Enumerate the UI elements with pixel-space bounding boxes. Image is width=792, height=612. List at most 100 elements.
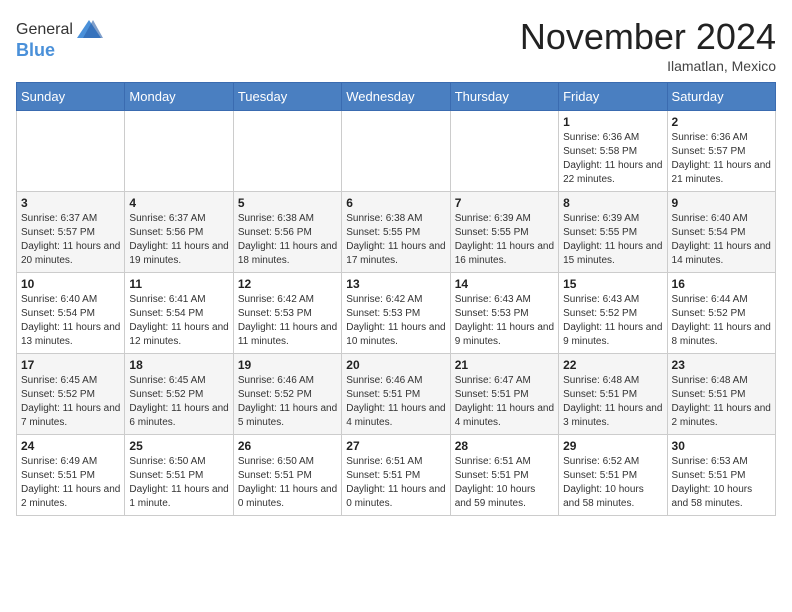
day-number: 23 — [672, 358, 771, 372]
day-info: Sunrise: 6:40 AMSunset: 5:54 PMDaylight:… — [672, 212, 771, 268]
day-info: Sunrise: 6:43 AMSunset: 5:53 PMDaylight:… — [455, 293, 554, 349]
day-info: Sunrise: 6:37 AMSunset: 5:56 PMDaylight:… — [129, 212, 228, 268]
day-info: Sunrise: 6:52 AMSunset: 5:51 PMDaylight:… — [563, 455, 662, 511]
title-block: November 2024 Ilamatlan, Mexico — [520, 16, 776, 74]
location: Ilamatlan, Mexico — [520, 58, 776, 74]
day-number: 16 — [672, 277, 771, 291]
logo: General Blue — [16, 16, 103, 61]
day-info: Sunrise: 6:38 AMSunset: 5:55 PMDaylight:… — [346, 212, 445, 268]
day-number: 18 — [129, 358, 228, 372]
day-number: 17 — [21, 358, 120, 372]
day-number: 11 — [129, 277, 228, 291]
day-info: Sunrise: 6:41 AMSunset: 5:54 PMDaylight:… — [129, 293, 228, 349]
calendar-cell — [233, 111, 341, 192]
day-info: Sunrise: 6:36 AMSunset: 5:58 PMDaylight:… — [563, 131, 662, 187]
day-number: 28 — [455, 439, 554, 453]
calendar-cell: 23 Sunrise: 6:48 AMSunset: 5:51 PMDayligh… — [667, 354, 775, 435]
day-number: 9 — [672, 196, 771, 210]
day-number: 4 — [129, 196, 228, 210]
day-number: 14 — [455, 277, 554, 291]
day-number: 27 — [346, 439, 445, 453]
day-info: Sunrise: 6:39 AMSunset: 5:55 PMDaylight:… — [455, 212, 554, 268]
day-number: 26 — [238, 439, 337, 453]
day-info: Sunrise: 6:38 AMSunset: 5:56 PMDaylight:… — [238, 212, 337, 268]
day-number: 22 — [563, 358, 662, 372]
calendar-cell: 15Sunrise: 6:43 AMSunset: 5:52 PMDayligh… — [559, 273, 667, 354]
calendar-cell: 4 Sunrise: 6:37 AMSunset: 5:56 PMDaylight… — [125, 192, 233, 273]
weekday-header-sunday: Sunday — [17, 83, 125, 111]
day-number: 2 — [672, 115, 771, 129]
week-row-3: 10Sunrise: 6:40 AMSunset: 5:54 PMDayligh… — [17, 273, 776, 354]
calendar-cell — [125, 111, 233, 192]
day-number: 6 — [346, 196, 445, 210]
weekday-header-tuesday: Tuesday — [233, 83, 341, 111]
day-info: Sunrise: 6:36 AMSunset: 5:57 PMDaylight:… — [672, 131, 771, 187]
day-info: Sunrise: 6:48 AMSunset: 5:51 PMDaylight:… — [672, 374, 771, 430]
day-info: Sunrise: 6:47 AMSunset: 5:51 PMDaylight:… — [455, 374, 554, 430]
calendar-cell: 26 Sunrise: 6:50 AMSunset: 5:51 PMDayligh… — [233, 435, 341, 516]
weekday-header-monday: Monday — [125, 83, 233, 111]
calendar-cell: 24Sunrise: 6:49 AMSunset: 5:51 PMDayligh… — [17, 435, 125, 516]
day-info: Sunrise: 6:37 AMSunset: 5:57 PMDaylight:… — [21, 212, 120, 268]
day-info: Sunrise: 6:43 AMSunset: 5:52 PMDaylight:… — [563, 293, 662, 349]
logo-icon — [75, 16, 103, 44]
logo-general-text: General — [16, 21, 73, 39]
calendar-cell: 27 Sunrise: 6:51 AMSunset: 5:51 PMDayligh… — [342, 435, 450, 516]
calendar-cell: 9 Sunrise: 6:40 AMSunset: 5:54 PMDaylight… — [667, 192, 775, 273]
day-info: Sunrise: 6:45 AMSunset: 5:52 PMDaylight:… — [129, 374, 228, 430]
day-info: Sunrise: 6:46 AMSunset: 5:51 PMDaylight:… — [346, 374, 445, 430]
day-number: 8 — [563, 196, 662, 210]
page-header: General Blue November 2024 Ilamatlan, Me… — [16, 16, 776, 74]
day-info: Sunrise: 6:42 AMSunset: 5:53 PMDaylight:… — [238, 293, 337, 349]
day-info: Sunrise: 6:53 AMSunset: 5:51 PMDaylight:… — [672, 455, 771, 511]
calendar-cell: 22 Sunrise: 6:48 AMSunset: 5:51 PMDayligh… — [559, 354, 667, 435]
calendar-cell: 11 Sunrise: 6:41 AMSunset: 5:54 PMDayligh… — [125, 273, 233, 354]
day-number: 20 — [346, 358, 445, 372]
calendar-cell: 7Sunrise: 6:39 AMSunset: 5:55 PMDaylight… — [450, 192, 558, 273]
calendar-cell: 3Sunrise: 6:37 AMSunset: 5:57 PMDaylight… — [17, 192, 125, 273]
weekday-header-saturday: Saturday — [667, 83, 775, 111]
day-info: Sunrise: 6:51 AMSunset: 5:51 PMDaylight:… — [455, 455, 554, 511]
calendar-cell: 19 Sunrise: 6:46 AMSunset: 5:52 PMDayligh… — [233, 354, 341, 435]
day-info: Sunrise: 6:39 AMSunset: 5:55 PMDaylight:… — [563, 212, 662, 268]
week-row-1: 1 Sunrise: 6:36 AMSunset: 5:58 PMDaylight… — [17, 111, 776, 192]
day-number: 19 — [238, 358, 337, 372]
calendar-cell: 25Sunrise: 6:50 AMSunset: 5:51 PMDayligh… — [125, 435, 233, 516]
weekday-header-friday: Friday — [559, 83, 667, 111]
calendar-cell: 8 Sunrise: 6:39 AMSunset: 5:55 PMDaylight… — [559, 192, 667, 273]
day-info: Sunrise: 6:50 AMSunset: 5:51 PMDaylight:… — [238, 455, 337, 511]
day-info: Sunrise: 6:42 AMSunset: 5:53 PMDaylight:… — [346, 293, 445, 349]
day-info: Sunrise: 6:50 AMSunset: 5:51 PMDaylight:… — [129, 455, 228, 511]
day-number: 5 — [238, 196, 337, 210]
calendar-cell: 16Sunrise: 6:44 AMSunset: 5:52 PMDayligh… — [667, 273, 775, 354]
day-info: Sunrise: 6:48 AMSunset: 5:51 PMDaylight:… — [563, 374, 662, 430]
calendar-cell: 10Sunrise: 6:40 AMSunset: 5:54 PMDayligh… — [17, 273, 125, 354]
calendar-cell: 18 Sunrise: 6:45 AMSunset: 5:52 PMDayligh… — [125, 354, 233, 435]
weekday-header-row: SundayMondayTuesdayWednesdayThursdayFrid… — [17, 83, 776, 111]
day-number: 12 — [238, 277, 337, 291]
day-info: Sunrise: 6:46 AMSunset: 5:52 PMDaylight:… — [238, 374, 337, 430]
day-number: 24 — [21, 439, 120, 453]
day-info: Sunrise: 6:51 AMSunset: 5:51 PMDaylight:… — [346, 455, 445, 511]
calendar-cell: 28 Sunrise: 6:51 AMSunset: 5:51 PMDayligh… — [450, 435, 558, 516]
month-title: November 2024 — [520, 16, 776, 58]
calendar-cell: 1 Sunrise: 6:36 AMSunset: 5:58 PMDaylight… — [559, 111, 667, 192]
day-number: 1 — [563, 115, 662, 129]
week-row-2: 3Sunrise: 6:37 AMSunset: 5:57 PMDaylight… — [17, 192, 776, 273]
calendar-cell — [17, 111, 125, 192]
calendar-cell: 30 Sunrise: 6:53 AMSunset: 5:51 PMDayligh… — [667, 435, 775, 516]
calendar-cell — [450, 111, 558, 192]
calendar-cell: 12 Sunrise: 6:42 AMSunset: 5:53 PMDayligh… — [233, 273, 341, 354]
weekday-header-thursday: Thursday — [450, 83, 558, 111]
day-number: 30 — [672, 439, 771, 453]
weekday-header-wednesday: Wednesday — [342, 83, 450, 111]
day-number: 29 — [563, 439, 662, 453]
calendar-cell: 17Sunrise: 6:45 AMSunset: 5:52 PMDayligh… — [17, 354, 125, 435]
day-number: 21 — [455, 358, 554, 372]
calendar-cell: 2 Sunrise: 6:36 AMSunset: 5:57 PMDaylight… — [667, 111, 775, 192]
calendar-cell: 6 Sunrise: 6:38 AMSunset: 5:55 PMDaylight… — [342, 192, 450, 273]
calendar-cell: 20 Sunrise: 6:46 AMSunset: 5:51 PMDayligh… — [342, 354, 450, 435]
calendar-cell: 13Sunrise: 6:42 AMSunset: 5:53 PMDayligh… — [342, 273, 450, 354]
calendar-cell: 14 Sunrise: 6:43 AMSunset: 5:53 PMDayligh… — [450, 273, 558, 354]
calendar-cell: 5 Sunrise: 6:38 AMSunset: 5:56 PMDaylight… — [233, 192, 341, 273]
